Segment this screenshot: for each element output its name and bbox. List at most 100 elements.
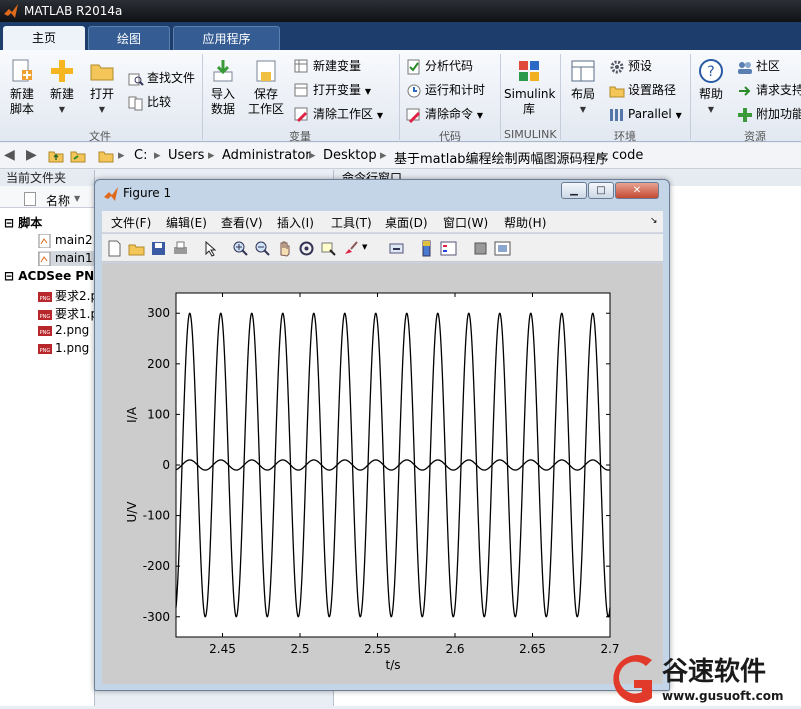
request-support-icon	[739, 85, 751, 96]
browse-folder-icon[interactable]	[70, 148, 86, 164]
add-ons-button[interactable]: 附加功能	[737, 104, 801, 124]
breadcrumb-separator: ▸	[208, 148, 215, 163]
save-icon[interactable]	[150, 240, 167, 257]
zoom-out-icon[interactable]	[254, 240, 271, 257]
request-support-button[interactable]: 请求支持	[737, 80, 801, 100]
run-and-time-button[interactable]: 运行和计时	[406, 80, 485, 100]
tab-home[interactable]: 主页	[3, 26, 85, 50]
new-variable-button[interactable]: 新建变量	[294, 56, 361, 76]
png-file-icon: PNG	[38, 309, 52, 320]
figure-titlebar[interactable]: Figure 1 ▁ □ ✕	[95, 180, 669, 208]
group-png[interactable]: ⊟ ACDSee PNG	[4, 269, 104, 283]
file-item[interactable]: PNG 2.png	[38, 323, 89, 338]
group-scripts[interactable]: ⊟ 脚本	[4, 214, 42, 231]
open-button[interactable]: 打开 ▼	[86, 58, 118, 117]
open-file-icon[interactable]	[128, 240, 145, 257]
brush-icon[interactable]	[342, 240, 359, 257]
chevron-down-icon: ▼	[74, 194, 81, 203]
menu-insert[interactable]: 插入(I)	[277, 214, 314, 231]
file-item[interactable]: PNG 要求1.p	[38, 305, 98, 322]
plus-icon	[738, 107, 752, 122]
pan-hand-icon[interactable]	[276, 240, 293, 257]
file-item-selected[interactable]: main1.	[38, 251, 96, 266]
hide-plot-tools-icon[interactable]	[472, 240, 489, 257]
breadcrumb-drive[interactable]: C:	[134, 148, 147, 163]
script-file-icon	[38, 251, 51, 266]
link-plot-icon[interactable]	[388, 240, 405, 257]
insert-legend-icon[interactable]	[440, 240, 457, 257]
breadcrumb-users[interactable]: Users	[168, 148, 204, 163]
menu-window[interactable]: 窗口(W)	[443, 214, 488, 231]
forward-arrow-icon[interactable]: ▶	[26, 147, 37, 163]
file-item[interactable]: PNG 1.png	[38, 341, 89, 356]
set-path-button[interactable]: 设置路径	[609, 80, 676, 100]
group-divider	[500, 54, 501, 140]
simulink-library-button[interactable]: Simulink 库	[504, 58, 555, 117]
tab-plots[interactable]: 绘图	[88, 26, 170, 50]
rotate-3d-icon[interactable]	[298, 240, 315, 257]
clear-workspace-icon	[294, 107, 308, 122]
menu-edit[interactable]: 编辑(E)	[166, 214, 207, 231]
tab-apps[interactable]: 应用程序	[173, 26, 280, 50]
parallel-button[interactable]: Parallel ▼	[609, 104, 682, 124]
y-tick-label: -200	[143, 559, 170, 573]
preferences-button[interactable]: 预设	[609, 56, 652, 76]
group-label-resources: 资源	[744, 130, 766, 143]
new-figure-icon[interactable]	[106, 240, 123, 257]
x-tick-label: 2.5	[290, 642, 309, 656]
breadcrumb-desktop[interactable]: Desktop	[323, 148, 377, 163]
png-file-icon: PNG	[38, 291, 52, 302]
breadcrumb-separator: ▸	[380, 148, 387, 163]
import-data-button[interactable]: 导入 数据	[206, 58, 240, 117]
back-arrow-icon[interactable]: ◀	[4, 147, 15, 163]
compare-button[interactable]: 比较	[128, 92, 171, 112]
layout-button[interactable]: 布局 ▼	[566, 58, 600, 117]
save-workspace-button[interactable]: 保存 工作区	[246, 58, 286, 117]
dock-arrow-icon[interactable]: ↘	[650, 216, 658, 226]
new-button[interactable]: 新建 ▼	[46, 58, 78, 117]
figure-menubar: 文件(F) 编辑(E) 查看(V) 插入(I) 工具(T) 桌面(D) 窗口(W…	[102, 211, 663, 233]
data-cursor-icon[interactable]	[320, 240, 337, 257]
breadcrumb-project-folder[interactable]: 基于matlab编程绘制两幅图源码程序	[394, 148, 609, 167]
column-header[interactable]: 名称 ▼	[0, 186, 94, 208]
zoom-in-icon[interactable]	[232, 240, 249, 257]
menu-help[interactable]: 帮助(H)	[504, 214, 546, 231]
minimize-button[interactable]: ▁	[561, 182, 587, 199]
print-icon[interactable]	[172, 240, 189, 257]
close-button[interactable]: ✕	[615, 182, 659, 199]
group-label-file: 文件	[89, 130, 111, 143]
help-button[interactable]: ? 帮助 ▼	[696, 58, 726, 117]
menu-tools[interactable]: 工具(T)	[331, 214, 372, 231]
chevron-down-icon: ▼	[476, 111, 483, 120]
file-item[interactable]: PNG 要求2.p	[38, 287, 98, 304]
open-variable-button[interactable]: 打开变量 ▼	[294, 80, 371, 100]
up-folder-icon[interactable]	[48, 148, 64, 164]
find-files-button[interactable]: 查找文件	[128, 68, 195, 88]
breadcrumb-administrator[interactable]: Administrator	[222, 148, 311, 163]
community-button[interactable]: 社区	[737, 56, 780, 76]
x-tick-label: 2.45	[209, 642, 236, 656]
insert-colorbar-icon[interactable]	[418, 240, 435, 257]
clear-workspace-button[interactable]: 清除工作区 ▼	[294, 104, 383, 124]
plot-svg[interactable]: 2.45 2.5 2.55 2.6 2.65 2.73002001000-100-200-…	[102, 263, 663, 684]
menu-view[interactable]: 查看(V)	[221, 214, 263, 231]
new-script-button[interactable]: 新建 脚本	[4, 58, 40, 117]
clear-commands-button[interactable]: 清除命令 ▼	[406, 104, 483, 124]
show-plot-tools-icon[interactable]	[494, 240, 511, 257]
folder-icon	[609, 86, 625, 97]
breadcrumb-code[interactable]: code	[612, 148, 643, 163]
menu-file[interactable]: 文件(F)	[111, 214, 151, 231]
svg-text:PNG: PNG	[40, 296, 51, 302]
breadcrumb-separator: ▸	[118, 148, 125, 163]
file-item[interactable]: main2.	[38, 233, 96, 248]
maximize-button[interactable]: □	[588, 182, 614, 199]
group-label-code: 代码	[439, 130, 461, 143]
edit-plot-arrow-icon[interactable]	[202, 240, 219, 257]
png-file-icon: PNG	[38, 325, 52, 336]
chevron-down-icon[interactable]: ▼	[362, 243, 367, 251]
community-icon	[738, 61, 752, 74]
menu-desktop[interactable]: 桌面(D)	[385, 214, 428, 231]
group-label-simulink: SIMULINK	[504, 128, 557, 141]
figure-title: Figure 1	[123, 186, 172, 200]
analyze-code-button[interactable]: 分析代码	[406, 56, 473, 76]
